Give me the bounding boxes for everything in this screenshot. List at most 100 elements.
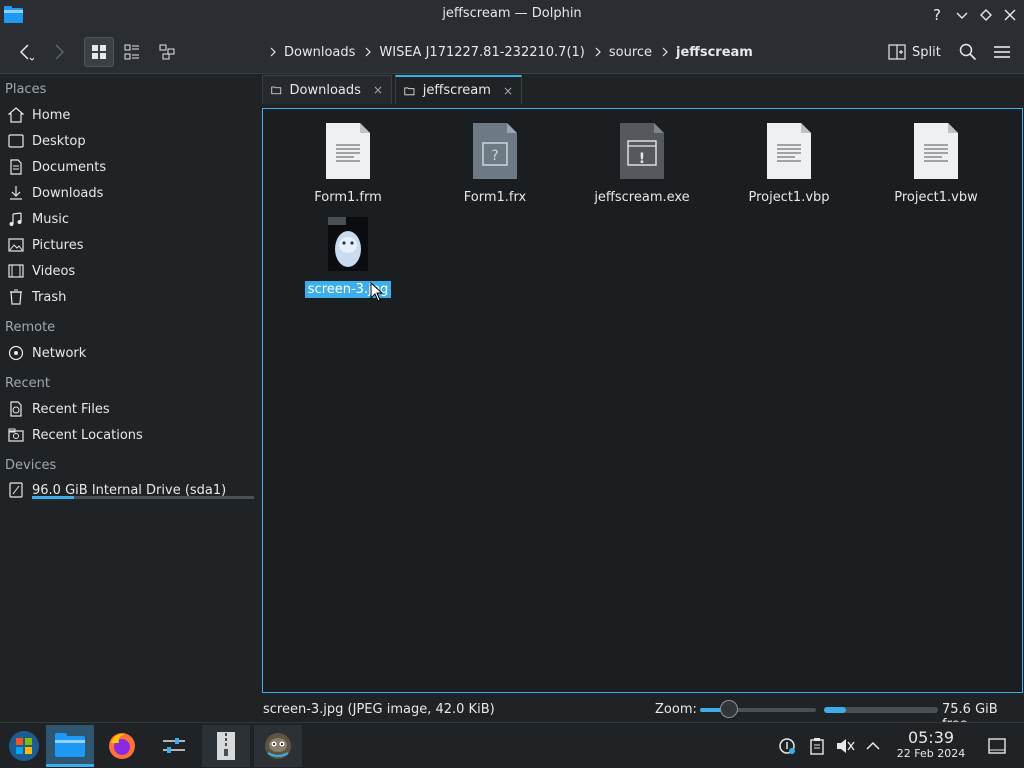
sidebar-item-documents[interactable]: Documents	[6, 155, 256, 179]
text-file-icon	[767, 123, 811, 179]
clock-date: 22 Feb 2024	[896, 747, 966, 760]
tab-downloads[interactable]: Downloads ×	[262, 75, 392, 104]
pictures-icon	[6, 236, 26, 254]
sidebar-item-desktop[interactable]: Desktop	[6, 129, 256, 153]
file-item[interactable]: Project1.vbw	[871, 121, 1001, 206]
file-item[interactable]: Form1.frm	[283, 121, 413, 206]
firefox-icon	[109, 733, 135, 759]
remote-header: Remote	[5, 320, 56, 335]
grid-view-icon	[92, 45, 106, 59]
sidebar-item-network[interactable]: Network	[6, 341, 256, 365]
chevron-down-icon	[956, 12, 968, 19]
show-desktop-button[interactable]	[986, 735, 1008, 757]
search-button[interactable]	[954, 38, 982, 66]
hamburger-menu-button[interactable]	[988, 38, 1016, 66]
selection-info: screen-3.jpg (JPEG image, 42.0 KiB)	[263, 702, 495, 717]
sliders-icon	[163, 738, 185, 753]
sidebar-item-label: Home	[32, 107, 71, 123]
tab-jeffscream[interactable]: jeffscream ×	[395, 75, 522, 104]
folder-icon	[404, 87, 415, 95]
help-button[interactable]: ?	[927, 5, 947, 25]
drive-icon	[6, 481, 26, 499]
chevron-right-icon	[595, 47, 601, 57]
places-header: Places	[5, 82, 47, 97]
folder-app-icon	[55, 732, 85, 757]
documents-icon	[6, 158, 26, 176]
sidebar-item-label: Recent Locations	[32, 427, 143, 443]
sidebar-item-pictures[interactable]: Pictures	[6, 233, 256, 257]
file-item[interactable]: Project1.vbp	[724, 121, 854, 206]
tray-clipboard[interactable]	[806, 735, 828, 757]
file-name: Form1.frm	[314, 190, 382, 205]
music-icon	[6, 210, 26, 228]
places-panel: Places Home Desktop Documents Downloads …	[0, 75, 260, 700]
compact-view-button[interactable]	[117, 37, 147, 67]
tray-expand-button[interactable]	[862, 735, 884, 757]
breadcrumb-jeffscream[interactable]: jeffscream	[676, 45, 753, 60]
sidebar-item-home[interactable]: Home	[6, 103, 256, 127]
tab-bar: Downloads × jeffscream ×	[262, 74, 1024, 104]
chevron-right-icon	[365, 47, 372, 57]
free-space-bar[interactable]	[824, 707, 938, 713]
taskbar-dolphin[interactable]	[46, 725, 94, 767]
network-icon	[6, 344, 26, 362]
file-item[interactable]: ! jeffscream.exe	[577, 121, 707, 206]
sidebar-item-videos[interactable]: Videos	[6, 259, 256, 283]
videos-icon	[6, 262, 26, 280]
taskbar-gimp[interactable]	[254, 725, 302, 767]
breadcrumb-wisea[interactable]: WISEA J171227.81-232210.7(1)	[379, 45, 584, 60]
tab-close-button[interactable]: ×	[503, 84, 513, 98]
desktop-icon	[6, 132, 26, 150]
drive-usage-bar	[32, 496, 254, 499]
file-item[interactable]: ? Form1.frx	[430, 121, 560, 206]
tab-label: Downloads	[289, 82, 361, 98]
clipboard-icon	[810, 738, 824, 755]
sidebar-item-trash[interactable]: Trash	[6, 285, 256, 309]
recent-files-icon	[6, 400, 26, 418]
sidebar-item-label: Documents	[32, 159, 107, 175]
diamond-icon	[980, 9, 992, 21]
file-name: Form1.frx	[463, 190, 527, 205]
tab-close-button[interactable]: ×	[373, 83, 383, 97]
breadcrumb: Downloads WISEA J171227.81-232210.7(1) s…	[262, 43, 755, 61]
sidebar-item-label: Trash	[32, 289, 67, 305]
image-thumbnail-icon	[328, 217, 368, 271]
file-view[interactable]: Form1.frm ? Form1.frx ! jeffscream.exe P…	[262, 108, 1023, 693]
close-icon	[1004, 9, 1016, 21]
split-button[interactable]: Split	[888, 38, 941, 66]
sidebar-item-label: Recent Files	[32, 401, 110, 417]
minimize-button[interactable]	[952, 5, 972, 25]
zoom-label: Zoom:	[655, 702, 697, 717]
sidebar-item-recent-files[interactable]: Recent Files	[6, 397, 256, 421]
taskbar-archiver[interactable]	[202, 725, 250, 767]
breadcrumb-downloads[interactable]: Downloads	[284, 45, 355, 60]
zoom-slider-handle[interactable]	[720, 700, 738, 718]
breadcrumb-source[interactable]: source	[609, 45, 652, 60]
close-window-button[interactable]	[1000, 5, 1020, 25]
icons-view-button[interactable]	[84, 37, 114, 67]
application-launcher-button[interactable]	[0, 725, 48, 767]
sidebar-item-music[interactable]: Music	[6, 207, 256, 231]
file-item-selected[interactable]: screen-3.jpg	[283, 215, 413, 298]
forward-button[interactable]	[44, 37, 74, 67]
zoom-slider[interactable]	[700, 708, 816, 712]
sidebar-item-recent-locations[interactable]: Recent Locations	[6, 423, 256, 447]
details-view-button[interactable]	[152, 37, 182, 67]
trash-icon	[6, 288, 26, 306]
maximize-button[interactable]	[976, 5, 996, 25]
tray-update-indicator[interactable]	[776, 735, 798, 757]
toolbar: Downloads WISEA J171227.81-232210.7(1) s…	[0, 30, 1024, 74]
back-button[interactable]	[10, 37, 40, 67]
tray-volume[interactable]	[834, 735, 856, 757]
sidebar-item-downloads[interactable]: Downloads	[6, 181, 256, 205]
split-view-icon	[888, 44, 906, 60]
taskbar: 05:39 22 Feb 2024	[0, 722, 1024, 768]
taskbar-firefox[interactable]	[98, 725, 146, 767]
sidebar-item-label: Videos	[32, 263, 76, 279]
recent-locations-icon	[6, 426, 26, 444]
update-icon	[779, 738, 795, 754]
digital-clock[interactable]: 05:39 22 Feb 2024	[888, 729, 974, 761]
gimp-icon	[265, 733, 291, 759]
taskbar-settings[interactable]	[150, 725, 198, 767]
recent-header: Recent	[5, 376, 50, 391]
